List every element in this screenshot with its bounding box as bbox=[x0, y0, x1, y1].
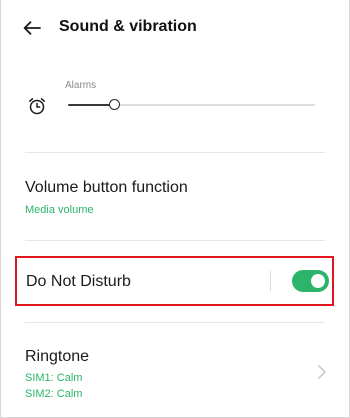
divider bbox=[25, 240, 325, 241]
do-not-disturb-title: Do Not Disturb bbox=[26, 273, 131, 290]
slider-thumb[interactable] bbox=[108, 99, 120, 110]
alarms-volume-slider[interactable] bbox=[68, 99, 315, 110]
ringtone-item[interactable]: Ringtone SIM1: Calm SIM2: Calm bbox=[1, 340, 349, 412]
slider-fill bbox=[68, 104, 115, 106]
page-title: Sound & vibration bbox=[59, 18, 197, 35]
volume-button-function-item[interactable]: Volume button function Media volume bbox=[1, 152, 349, 240]
vertical-separator bbox=[270, 271, 271, 291]
do-not-disturb-item[interactable]: Do Not Disturb bbox=[15, 256, 334, 306]
back-button[interactable] bbox=[15, 13, 49, 43]
settings-screen: Sound & vibration Alarms Volume button f… bbox=[0, 0, 350, 418]
ringtone-sim2: SIM2: Calm bbox=[25, 388, 83, 400]
volume-button-function-value: Media volume bbox=[25, 204, 94, 216]
alarm-clock-icon bbox=[29, 98, 45, 115]
divider bbox=[25, 322, 325, 323]
ringtone-sim1: SIM1: Calm bbox=[25, 372, 83, 384]
app-header: Sound & vibration bbox=[1, 0, 349, 56]
chevron-right-icon bbox=[318, 365, 326, 379]
ringtone-title: Ringtone bbox=[25, 348, 90, 365]
arrow-left-icon bbox=[23, 21, 41, 35]
alarms-volume-row: Alarms bbox=[1, 72, 349, 136]
volume-button-function-title: Volume button function bbox=[25, 179, 188, 196]
do-not-disturb-toggle[interactable] bbox=[292, 270, 329, 292]
toggle-knob bbox=[311, 274, 325, 288]
alarms-label: Alarms bbox=[65, 80, 97, 91]
